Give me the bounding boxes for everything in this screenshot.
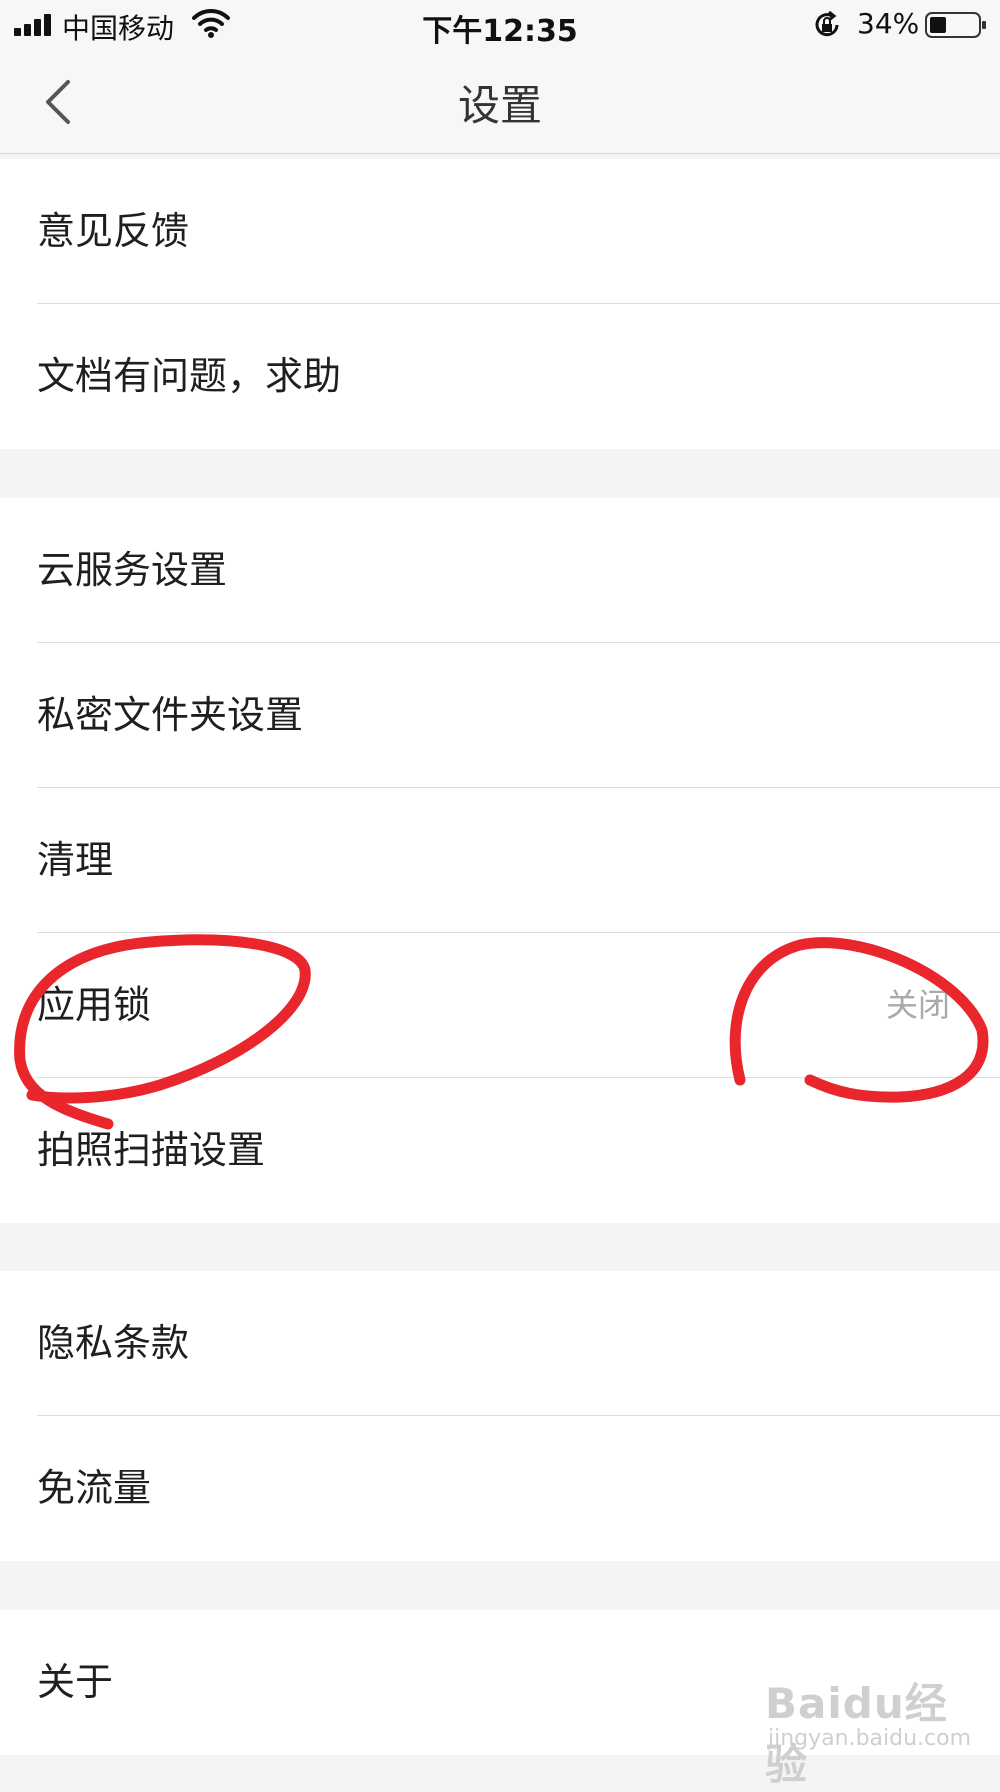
settings-group-main: 云服务设置 私密文件夹设置 清理 应用锁 关闭 拍照扫描设置 — [0, 498, 1000, 1223]
page-title: 设置 — [457, 81, 542, 130]
settings-item-label: 意见反馈 — [37, 209, 190, 253]
settings-item-feedback[interactable]: 意见反馈 — [0, 159, 1000, 304]
settings-item-label: 云服务设置 — [37, 548, 228, 592]
navigation-bar: 设置 — [0, 50, 1000, 154]
settings-item-cleanup[interactable]: 清理 — [0, 788, 1000, 933]
settings-item-privacy-policy[interactable]: 隐私条款 — [0, 1271, 1000, 1416]
settings-item-app-lock[interactable]: 应用锁 关闭 — [0, 933, 1000, 1078]
settings-item-label: 隐私条款 — [37, 1321, 190, 1365]
settings-item-doc-help[interactable]: 文档有问题，求助 — [0, 304, 1000, 449]
settings-item-label: 文档有问题，求助 — [37, 354, 342, 398]
settings-group-feedback: 意见反馈 文档有问题，求助 — [0, 159, 1000, 449]
settings-group-privacy: 隐私条款 免流量 — [0, 1271, 1000, 1561]
settings-item-label: 应用锁 — [37, 983, 152, 1027]
watermark-url: jingyan.baidu.com — [768, 1726, 972, 1751]
settings-item-cloud-service[interactable]: 云服务设置 — [0, 498, 1000, 643]
battery-icon — [925, 12, 986, 38]
status-bar: 中国移动 下午12:35 34% — [0, 0, 1000, 50]
battery-percent: 34% — [857, 7, 920, 40]
settings-item-label: 拍照扫描设置 — [37, 1128, 266, 1172]
rotation-lock-icon — [815, 10, 839, 37]
status-time: 下午12:35 — [422, 14, 578, 49]
settings-item-label: 关于 — [37, 1660, 114, 1704]
settings-item-private-folder[interactable]: 私密文件夹设置 — [0, 643, 1000, 788]
settings-item-free-data[interactable]: 免流量 — [0, 1416, 1000, 1561]
settings-item-label: 清理 — [37, 838, 114, 882]
settings-item-label: 私密文件夹设置 — [37, 693, 304, 737]
watermark: Baidu经验 jingyan.baidu.com — [765, 1668, 975, 1789]
app-lock-status: 关闭 — [885, 986, 950, 1024]
settings-item-label: 免流量 — [37, 1466, 152, 1510]
settings-item-scan[interactable]: 拍照扫描设置 — [0, 1078, 1000, 1223]
